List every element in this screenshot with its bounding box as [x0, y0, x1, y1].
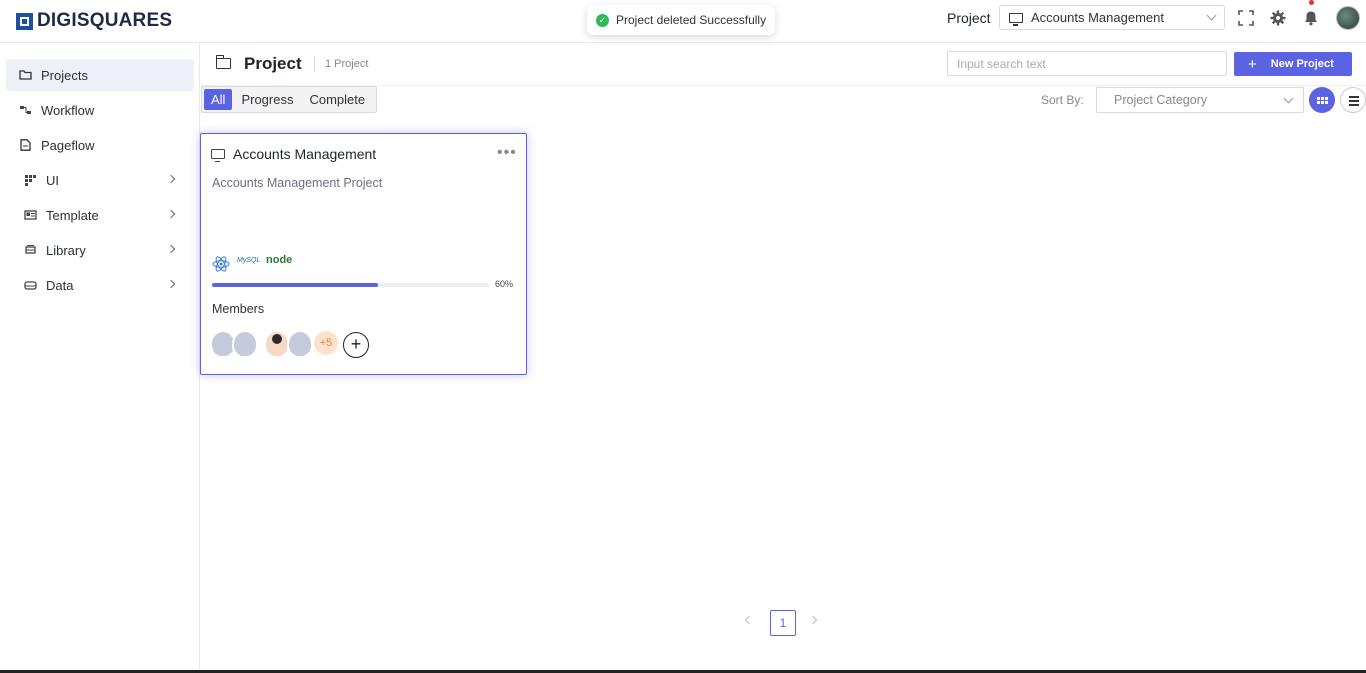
folder-icon [19, 70, 32, 80]
project-select-value: Accounts Management [1031, 10, 1164, 25]
pagination-prev-icon[interactable] [744, 615, 754, 625]
page-header: Project 1 Project + New Project [200, 43, 1366, 86]
sort-label: Sort By: [1041, 93, 1084, 107]
card-title: Accounts Management [233, 146, 377, 162]
monitor-icon [1009, 12, 1023, 26]
workflow-icon [20, 106, 31, 114]
brand-name: DIGISQUARES [37, 10, 173, 31]
chevron-right-icon [166, 174, 176, 184]
list-view-button[interactable] [1340, 87, 1366, 113]
sort-select[interactable]: Project Category [1096, 87, 1304, 113]
sidebar-item-data[interactable]: Data [6, 269, 194, 301]
sidebar-item-label: Library [46, 242, 86, 258]
grid-view-button[interactable] [1309, 87, 1335, 113]
gear-icon[interactable] [1270, 10, 1286, 26]
sidebar-item-label: Template [46, 207, 99, 223]
page-title: Project [244, 54, 302, 73]
logo-mark-icon [16, 12, 33, 30]
more-members-badge[interactable]: +5 [314, 331, 338, 355]
progress-bar [212, 283, 489, 287]
pagination-next-icon[interactable] [808, 615, 818, 625]
sidebar-item-library[interactable]: Library [6, 234, 194, 266]
sidebar-item-pageflow[interactable]: Pageflow [6, 129, 194, 161]
new-project-button[interactable]: + New Project [1234, 52, 1352, 76]
filter-tab-progress[interactable]: Progress [234, 89, 300, 110]
sidebar-item-label: Workflow [41, 102, 95, 118]
template-icon [24, 210, 37, 220]
top-bar: DIGISQUARES ✓ Project deleted Successful… [0, 0, 1366, 43]
chevron-right-icon [166, 209, 176, 219]
project-count: 1 Project [325, 58, 369, 70]
plus-icon: + [1248, 55, 1257, 73]
toast-notification: ✓ Project deleted Successfully [587, 5, 776, 35]
folder-open-icon [215, 55, 231, 69]
sidebar-item-template[interactable]: Template [6, 199, 194, 231]
library-icon [25, 245, 36, 254]
check-circle-icon: ✓ [596, 13, 609, 27]
sidebar: Projects Workflow Pageflow UI Template L… [0, 43, 200, 673]
add-member-button[interactable]: + [343, 332, 369, 358]
progress-fill [212, 283, 379, 287]
react-icon [212, 256, 230, 272]
pagination-page[interactable]: 1 [770, 610, 796, 636]
search-input[interactable] [947, 51, 1227, 76]
project-select[interactable]: Accounts Management [999, 5, 1225, 30]
notification-dot [1309, 0, 1314, 5]
chevron-right-icon [166, 279, 176, 289]
project-card[interactable]: Accounts Management ••• Accounts Managem… [200, 133, 527, 375]
chevron-down-icon [1206, 10, 1217, 21]
status-filter-tabs: All Progress Complete [201, 86, 378, 113]
member-avatar [232, 330, 258, 358]
progress-text: 60% [495, 279, 514, 289]
sidebar-item-workflow[interactable]: Workflow [6, 94, 194, 126]
node-icon: node [266, 254, 293, 266]
project-label: Project [947, 10, 991, 26]
mysql-icon: MySQL [237, 257, 261, 264]
chevron-down-icon [1283, 93, 1294, 104]
file-icon [20, 139, 31, 151]
fullscreen-icon[interactable] [1238, 10, 1254, 26]
bell-icon[interactable] [1303, 10, 1319, 26]
sidebar-item-projects[interactable]: Projects [6, 59, 194, 91]
card-description: Accounts Management Project [212, 176, 383, 190]
filter-tab-all[interactable]: All [204, 89, 233, 110]
sidebar-item-label: Pageflow [41, 137, 95, 153]
sidebar-item-label: UI [46, 172, 59, 188]
monitor-icon [211, 149, 225, 162]
filter-tab-complete[interactable]: Complete [302, 89, 372, 110]
sort-select-placeholder: Project Category [1114, 93, 1208, 107]
new-project-label: New Project [1270, 58, 1334, 70]
logo[interactable]: DIGISQUARES [16, 10, 172, 32]
sidebar-item-ui[interactable]: UI [6, 164, 194, 196]
ui-grid-icon [25, 175, 36, 186]
members-label: Members [212, 302, 265, 316]
chevron-right-icon [166, 244, 176, 254]
member-avatar [287, 330, 313, 358]
database-icon [24, 281, 37, 290]
toast-message: Project deleted Successfully [616, 13, 767, 27]
more-options-icon[interactable]: ••• [497, 145, 517, 161]
user-avatar[interactable] [1336, 6, 1360, 30]
sidebar-item-label: Data [46, 277, 74, 293]
sidebar-item-label: Projects [41, 67, 88, 83]
divider [314, 56, 315, 72]
